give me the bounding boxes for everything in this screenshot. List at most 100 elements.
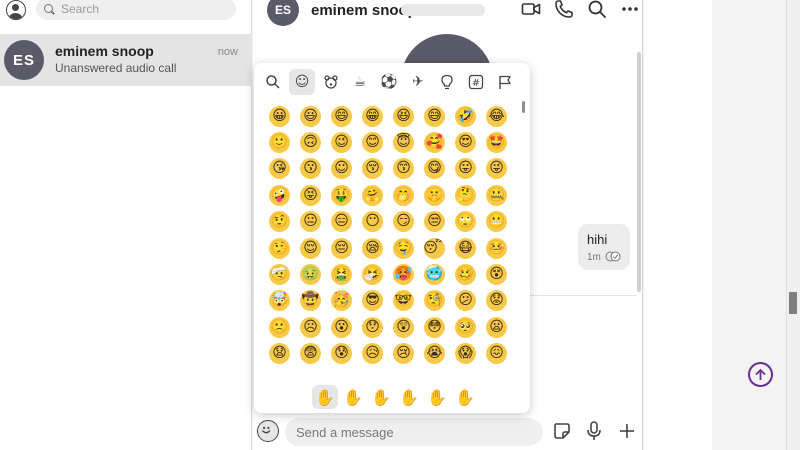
emoji-item[interactable]: 😬 (481, 209, 512, 235)
emoji-item[interactable]: 😏 (388, 209, 419, 235)
emoji-picker-button[interactable] (257, 420, 279, 442)
emoji-item[interactable]: 🥵 (388, 261, 419, 287)
emoji-item[interactable]: 😛 (450, 156, 481, 182)
chat-list-item[interactable]: ES eminem snoop now Unanswered audio cal… (0, 34, 252, 86)
emoji-item[interactable]: 🤒 (481, 235, 512, 261)
emoji-item[interactable]: 😚 (357, 156, 388, 182)
emoji-item[interactable]: 😶 (357, 209, 388, 235)
emoji-item[interactable]: 😜 (481, 156, 512, 182)
emoji-category-animals[interactable] (318, 69, 344, 95)
emoji-item[interactable]: 🤥 (264, 235, 295, 261)
emoji-item[interactable]: 😟 (481, 288, 512, 314)
emoji-item[interactable]: 🙂 (264, 129, 295, 155)
emoji-item[interactable]: 🤧 (357, 261, 388, 287)
emoji-item[interactable]: 😇 (388, 129, 419, 155)
attach-plus-icon[interactable] (617, 421, 637, 441)
emoji-item[interactable]: 😯 (357, 314, 388, 340)
emoji-item[interactable]: 😨 (295, 341, 326, 367)
emoji-item[interactable]: 🤪 (264, 182, 295, 208)
emoji-category-flags[interactable] (492, 69, 518, 95)
emoji-item[interactable]: 😱 (450, 341, 481, 367)
emoji-item[interactable]: 😉 (326, 129, 357, 155)
emoji-category-food[interactable]: ☕ (347, 69, 373, 95)
emoji-item[interactable]: 😴 (419, 235, 450, 261)
emoji-item[interactable]: 😋 (419, 156, 450, 182)
emoji-item[interactable]: 😑 (326, 209, 357, 235)
emoji-item[interactable]: 😢 (388, 341, 419, 367)
skin-tone-option[interactable]: ✋ (424, 385, 450, 409)
emoji-item[interactable]: 🙃 (295, 129, 326, 155)
emoji-item[interactable]: 🥶 (419, 261, 450, 287)
emoji-item[interactable]: 🤐 (481, 182, 512, 208)
emoji-item[interactable]: 🤭 (388, 182, 419, 208)
emoji-item[interactable]: 🥳 (326, 288, 357, 314)
emoji-item[interactable]: 🥺 (450, 314, 481, 340)
emoji-item[interactable]: 😖 (481, 341, 512, 367)
emoji-item[interactable]: 🤠 (295, 288, 326, 314)
emoji-item[interactable]: 😅 (419, 103, 450, 129)
skin-tone-option[interactable]: ✋ (452, 385, 478, 409)
scroll-to-top-button[interactable] (748, 362, 773, 387)
emoji-item[interactable]: 😙 (388, 156, 419, 182)
emoji-item[interactable]: 🤗 (357, 182, 388, 208)
more-icon[interactable] (620, 0, 640, 19)
emoji-item[interactable]: 🤫 (419, 182, 450, 208)
emoji-item[interactable]: 🤯 (264, 288, 295, 314)
search-input[interactable] (61, 2, 211, 16)
emoji-item[interactable]: 🤓 (388, 288, 419, 314)
emoji-item[interactable]: 😆 (388, 103, 419, 129)
emoji-item[interactable]: 😍 (450, 129, 481, 155)
emoji-item[interactable]: 😲 (388, 314, 419, 340)
emoji-item[interactable]: 😒 (419, 209, 450, 235)
emoji-item[interactable]: 🤨 (264, 209, 295, 235)
page-scrollbar-thumb[interactable] (789, 292, 797, 314)
emoji-item[interactable]: 🤕 (264, 261, 295, 287)
emoji-item[interactable]: 🤮 (326, 261, 357, 287)
emoji-item[interactable]: ☺ (326, 156, 357, 182)
sticker-icon[interactable] (553, 422, 571, 440)
search-icon[interactable] (587, 0, 607, 19)
emoji-category-smileys[interactable]: ☺ (289, 69, 315, 95)
emoji-item[interactable]: 😦 (481, 314, 512, 340)
emoji-item[interactable]: 😝 (295, 182, 326, 208)
emoji-item[interactable]: 🥴 (450, 261, 481, 287)
skin-tone-option[interactable]: ✋ (396, 385, 422, 409)
emoji-item[interactable]: 😎 (357, 288, 388, 314)
skin-tone-option[interactable]: ✋ (312, 385, 338, 409)
emoji-item[interactable]: 😘 (264, 156, 295, 182)
emoji-item[interactable]: 😳 (419, 314, 450, 340)
emoji-item[interactable]: 😵 (481, 261, 512, 287)
message-input[interactable] (285, 418, 543, 446)
audio-call-icon[interactable] (554, 0, 574, 19)
emoji-item[interactable]: 😥 (357, 341, 388, 367)
search-box[interactable] (36, 0, 236, 20)
emoji-item[interactable]: 😕 (450, 288, 481, 314)
emoji-item[interactable]: 😊 (357, 129, 388, 155)
emoji-picker-scrollbar[interactable] (522, 101, 525, 113)
emoji-item[interactable]: 🤢 (295, 261, 326, 287)
conversation-scrollbar[interactable] (637, 52, 641, 292)
emoji-item[interactable]: 😀 (264, 103, 295, 129)
emoji-item[interactable]: 😭 (419, 341, 450, 367)
emoji-item[interactable]: 😮 (326, 314, 357, 340)
emoji-item[interactable]: 😂 (481, 103, 512, 129)
emoji-item[interactable]: 🤑 (326, 182, 357, 208)
emoji-item[interactable]: 🙁 (264, 314, 295, 340)
emoji-item[interactable]: 🤩 (481, 129, 512, 155)
profile-icon[interactable] (6, 0, 26, 20)
emoji-item[interactable]: 😌 (295, 235, 326, 261)
emoji-category-travel[interactable]: ✈ (405, 69, 431, 95)
emoji-item[interactable]: 🤔 (450, 182, 481, 208)
skin-tone-option[interactable]: ✋ (340, 385, 366, 409)
emoji-item[interactable]: 🥰 (419, 129, 450, 155)
emoji-item[interactable]: 😷 (450, 235, 481, 261)
page-scrollbar-track[interactable] (786, 0, 800, 450)
emoji-category-symbols[interactable]: # (463, 69, 489, 95)
emoji-item[interactable]: 😰 (326, 341, 357, 367)
emoji-item[interactable]: 🧐 (419, 288, 450, 314)
emoji-category-objects[interactable] (434, 69, 460, 95)
skin-tone-option[interactable]: ✋ (368, 385, 394, 409)
message-bubble[interactable]: hihi 1m (578, 224, 630, 270)
emoji-item[interactable]: 🙄 (450, 209, 481, 235)
emoji-item[interactable]: 😪 (357, 235, 388, 261)
